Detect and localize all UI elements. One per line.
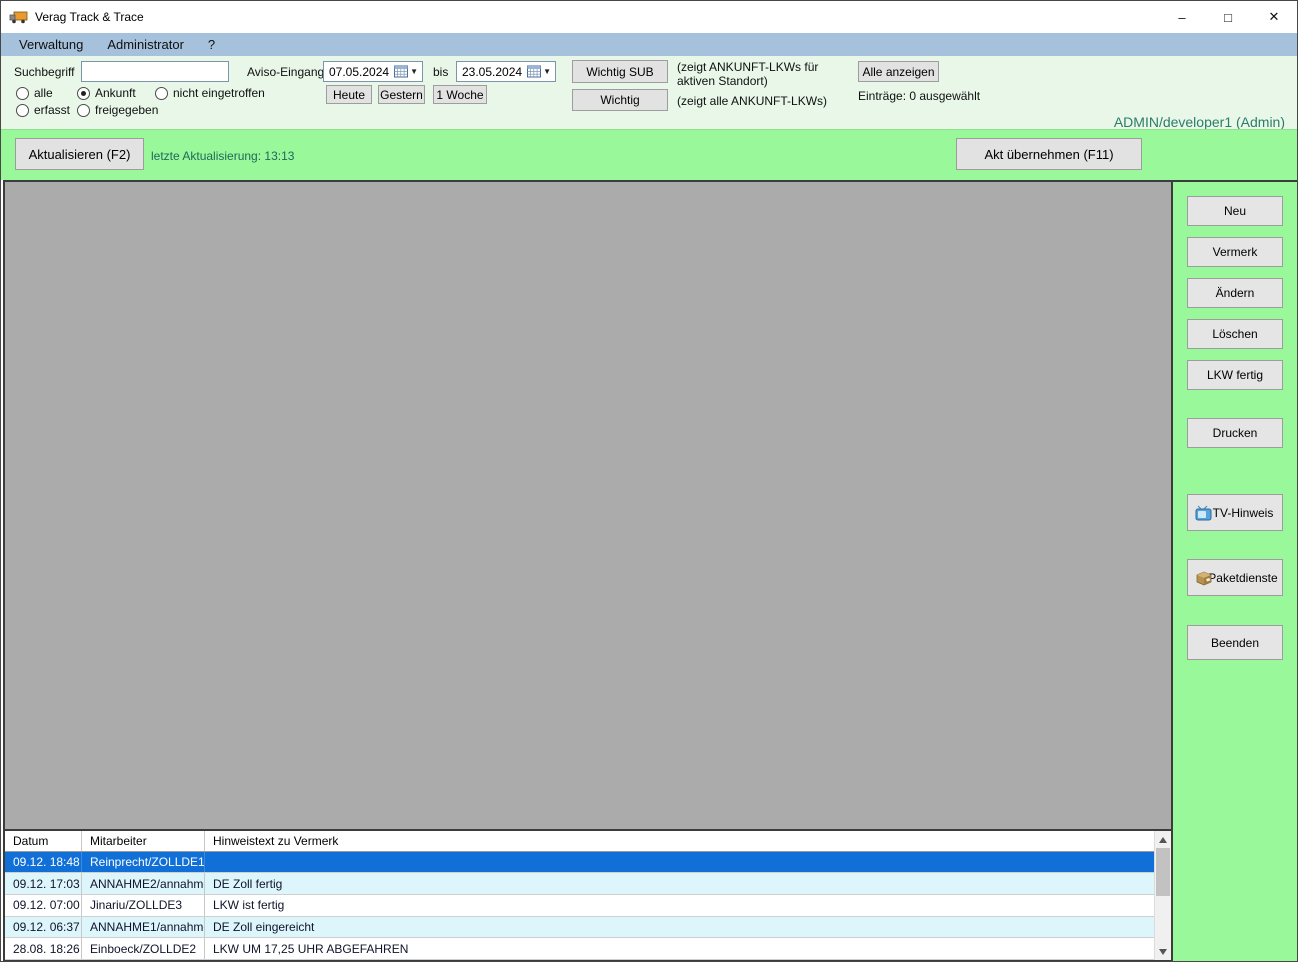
table-header: Datum Mitarbeiter Hinweistext zu Vermerk <box>5 831 1154 852</box>
cell-datum: 09.12. 06:37 <box>5 916 82 938</box>
cell-hinweis: LKW ist fertig <box>213 898 285 913</box>
app-window: Verag Track & Trace – □ ✕ Verwaltung Adm… <box>0 0 1298 962</box>
cell-datum: 09.12. 18:48 <box>5 851 82 873</box>
search-input[interactable] <box>81 61 229 82</box>
column-header-hinweistext[interactable]: Hinweistext zu Vermerk <box>205 831 1154 851</box>
radio-circle <box>155 86 168 100</box>
last-refresh-text: letzte Aktualisierung: 13:13 <box>151 149 295 163</box>
main-grid-area[interactable] <box>5 182 1171 829</box>
filter-panel: Suchbegriff alle Ankunft nicht eingetrof… <box>1 56 1297 181</box>
column-header-mitarbeiter[interactable]: Mitarbeiter <box>82 831 205 851</box>
scroll-up-icon[interactable] <box>1155 831 1171 848</box>
titlebar: Verag Track & Trace – □ ✕ <box>1 1 1297 33</box>
table-row[interactable]: 28.08. 18:26 Einboeck/ZOLLDE2 LKW UM 17,… <box>5 938 1154 960</box>
package-icon <box>1196 571 1212 585</box>
cell-mitarbeiter: ANNAHME1/annahme1 <box>82 916 205 938</box>
radio-freigegeben[interactable]: freigegeben <box>77 103 158 117</box>
date-from-picker[interactable]: 07.05.2024 ▼ <box>323 61 423 82</box>
calendar-icon <box>527 65 542 78</box>
alle-anzeigen-button[interactable]: Alle anzeigen <box>858 61 939 82</box>
calendar-icon <box>394 65 409 78</box>
aendern-button[interactable]: Ändern <box>1187 278 1283 308</box>
sidebar: Neu Vermerk Ändern Löschen LKW fertig Dr… <box>1173 180 1297 961</box>
paketdienste-button[interactable]: Paketdienste <box>1187 559 1283 596</box>
menu-administrator[interactable]: Administrator <box>95 35 196 54</box>
radio-circle <box>16 103 29 117</box>
menu-verwaltung[interactable]: Verwaltung <box>7 35 95 54</box>
log-table: Datum Mitarbeiter Hinweistext zu Vermerk… <box>5 829 1171 960</box>
cell-hinweis <box>205 852 1154 873</box>
cell-mitarbeiter: ANNAHME2/annahme2 <box>82 873 205 894</box>
minimize-button[interactable]: – <box>1159 1 1205 33</box>
scroll-down-icon[interactable] <box>1155 943 1171 960</box>
bis-label: bis <box>433 65 449 79</box>
vermerk-button[interactable]: Vermerk <box>1187 237 1283 267</box>
cell-hinweis: DE Zoll fertig <box>213 876 283 891</box>
table-row[interactable]: 09.12. 06:37 ANNAHME1/annahme1 DE Zoll e… <box>5 916 1154 939</box>
wichtig-button[interactable]: Wichtig <box>572 89 668 111</box>
chevron-down-icon: ▼ <box>543 67 551 76</box>
akt-uebernehmen-button[interactable]: Akt übernehmen (F11) <box>956 138 1142 170</box>
radio-circle <box>77 86 90 100</box>
woche-button[interactable]: 1 Woche <box>433 85 487 104</box>
paketdienste-label: Paketdienste <box>1208 570 1278 585</box>
radio-nicht-eingetroffen[interactable]: nicht eingetroffen <box>155 86 265 100</box>
neu-button[interactable]: Neu <box>1187 196 1283 226</box>
date-to-picker[interactable]: 23.05.2024 ▼ <box>456 61 556 82</box>
radio-circle <box>16 86 29 100</box>
column-header-datum[interactable]: Datum <box>5 831 82 851</box>
table-row[interactable]: 09.12. 07:00 Jinariu/ZOLLDE3 LKW ist fer… <box>5 895 1154 917</box>
cell-mitarbeiter: Einboeck/ZOLLDE2 <box>82 938 205 959</box>
aviso-label: Aviso-Eingang <box>247 65 325 79</box>
table-scrollbar[interactable] <box>1154 831 1171 960</box>
cell-datum: 09.12. 07:00 <box>5 895 82 916</box>
cell-hinweis: LKW UM 17,25 UHR ABGEFAHREN <box>213 941 409 956</box>
wichtig-hint: (zeigt alle ANKUNFT-LKWs) <box>677 94 828 108</box>
cell-hinweis: DE Zoll eingereicht <box>213 919 315 934</box>
scrollbar-track[interactable] <box>1155 848 1171 943</box>
table-row[interactable]: 09.12. 17:03 ANNAHME2/annahme2 DE Zoll f… <box>5 873 1154 895</box>
close-button[interactable]: ✕ <box>1251 1 1297 33</box>
truck-icon <box>9 11 28 24</box>
loeschen-button[interactable]: Löschen <box>1187 319 1283 349</box>
window-title: Verag Track & Trace <box>35 10 144 24</box>
radio-erfasst[interactable]: erfasst <box>16 103 70 117</box>
scrollbar-thumb[interactable] <box>1156 848 1170 896</box>
entries-status: Einträge: 0 ausgewählt <box>858 89 981 103</box>
cell-datum: 09.12. 17:03 <box>5 873 82 894</box>
heute-button[interactable]: Heute <box>326 85 372 104</box>
cell-mitarbeiter: Reinprecht/ZOLLDE1 <box>82 851 205 873</box>
menu-help[interactable]: ? <box>196 35 227 54</box>
tv-hinweis-button[interactable]: TV-Hinweis <box>1187 494 1283 531</box>
chevron-down-icon: ▼ <box>410 67 418 76</box>
gestern-button[interactable]: Gestern <box>378 85 425 104</box>
wichtig-sub-button[interactable]: Wichtig SUB <box>572 60 668 83</box>
cell-mitarbeiter: Jinariu/ZOLLDE3 <box>82 895 205 916</box>
menubar: Verwaltung Administrator ? <box>1 33 1297 56</box>
cell-datum: 28.08. 18:26 <box>5 938 82 959</box>
lkw-fertig-button[interactable]: LKW fertig <box>1187 360 1283 390</box>
tv-icon <box>1195 505 1212 520</box>
maximize-button[interactable]: □ <box>1205 1 1251 33</box>
content-frame: Datum Mitarbeiter Hinweistext zu Vermerk… <box>3 180 1173 961</box>
action-bar: Aktualisieren (F2) letzte Aktualisierung… <box>1 129 1297 180</box>
radio-ankunft[interactable]: Ankunft <box>77 86 136 100</box>
search-label: Suchbegriff <box>14 65 75 79</box>
date-to-value: 23.05.2024 <box>462 64 523 79</box>
tv-hinweis-label: TV-Hinweis <box>1212 505 1274 520</box>
radio-alle[interactable]: alle <box>16 86 53 100</box>
beenden-button[interactable]: Beenden <box>1187 625 1283 660</box>
drucken-button[interactable]: Drucken <box>1187 418 1283 448</box>
refresh-button[interactable]: Aktualisieren (F2) <box>15 138 144 170</box>
radio-circle <box>77 103 90 117</box>
wichtig-sub-hint: (zeigt ANKUNFT-LKWs für aktiven Standort… <box>677 60 819 88</box>
date-from-value: 07.05.2024 <box>329 64 390 79</box>
table-row[interactable]: 09.12. 18:48 Reinprecht/ZOLLDE1 <box>5 851 1154 874</box>
